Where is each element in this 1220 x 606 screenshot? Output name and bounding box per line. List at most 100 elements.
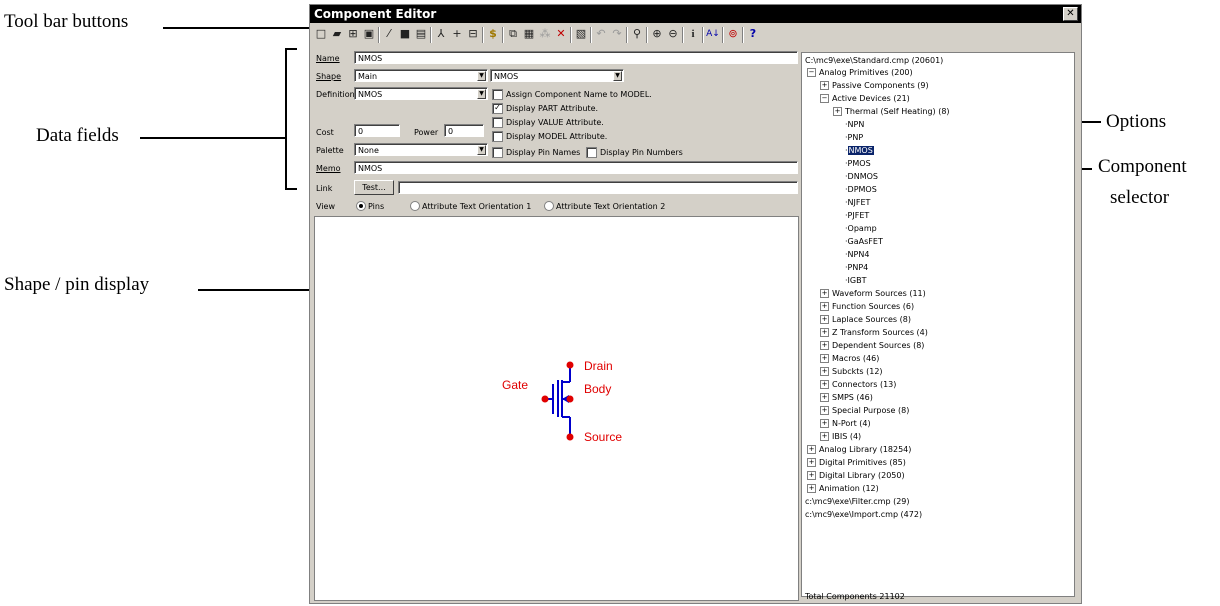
shape-pin-display[interactable]: Drain Body Gate Source <box>314 216 799 601</box>
tree-item-import[interactable]: c:\mc9\exe\Import.cmp (472) <box>805 510 922 520</box>
tree-item-device[interactable]: ·PNP4 <box>845 263 868 273</box>
pin-add-icon[interactable]: + <box>450 27 464 41</box>
palette-select[interactable]: None ▼ <box>354 143 488 156</box>
expand-icon[interactable]: + <box>820 393 829 402</box>
test-button[interactable]: Test... <box>354 180 394 195</box>
tree-item-group[interactable]: + Function Sources (6) <box>820 302 914 312</box>
collapse-icon[interactable]: − <box>807 68 816 77</box>
merge-icon[interactable]: ⅄ <box>434 27 448 41</box>
tree-item-device[interactable]: ·PNP <box>845 133 863 143</box>
zoom-in-icon[interactable]: ⊕ <box>650 27 664 41</box>
tree-item-device[interactable]: ·GaAsFET <box>845 237 883 247</box>
display-pin-numbers-checkbox[interactable] <box>586 147 597 158</box>
expand-icon[interactable]: + <box>807 458 816 467</box>
open-icon[interactable]: ▰ <box>330 27 344 41</box>
memo-field[interactable]: NMOS <box>354 161 798 174</box>
tree-item-group[interactable]: + Laplace Sources (8) <box>820 315 911 325</box>
page-icon[interactable]: ▤ <box>414 27 428 41</box>
tree-item-analog-primitives[interactable]: − Analog Primitives (200) <box>807 68 913 78</box>
tree-item-filter[interactable]: c:\mc9\exe\Filter.cmp (29) <box>805 497 910 507</box>
view-orient2-radio[interactable] <box>544 201 554 211</box>
tree-item-group[interactable]: + Special Purpose (8) <box>820 406 909 416</box>
tree-item-device[interactable]: ·DPMOS <box>845 185 877 195</box>
chevron-down-icon[interactable]: ▼ <box>613 71 622 81</box>
wand-icon[interactable]: ⁄ <box>382 27 396 41</box>
definition-select[interactable]: NMOS ▼ <box>354 87 488 100</box>
zoom-out-icon[interactable]: ⊖ <box>666 27 680 41</box>
tree-item-device[interactable]: ·PJFET <box>845 211 869 221</box>
tree-item-top-group[interactable]: + Animation (12) <box>807 484 879 494</box>
expand-icon[interactable]: + <box>820 81 829 90</box>
display-model-checkbox[interactable] <box>492 131 503 142</box>
tree-item-device[interactable]: ·DNMOS <box>845 172 878 182</box>
view-pins-radio[interactable] <box>356 201 366 211</box>
help-icon[interactable]: ? <box>746 27 760 41</box>
tree-item-device[interactable]: ·NPN4 <box>845 250 869 260</box>
expand-icon[interactable]: + <box>820 406 829 415</box>
tree-item-group[interactable]: + Macros (46) <box>820 354 879 364</box>
chevron-down-icon[interactable]: ▼ <box>477 89 486 99</box>
expand-icon[interactable]: + <box>820 367 829 376</box>
tree-item-group[interactable]: + SMPS (46) <box>820 393 873 403</box>
stop-icon[interactable]: ⊚ <box>726 27 740 41</box>
expand-icon[interactable]: + <box>807 484 816 493</box>
shape2-select[interactable]: NMOS ▼ <box>490 69 624 82</box>
display-value-checkbox[interactable] <box>492 117 503 128</box>
grid-icon[interactable]: ⊞ <box>346 27 360 41</box>
expand-icon[interactable]: + <box>820 315 829 324</box>
tree-item-group[interactable]: + IBIS (4) <box>820 432 861 442</box>
power-field[interactable]: 0 <box>444 124 484 137</box>
tree-item-group[interactable]: + N-Port (4) <box>820 419 871 429</box>
info-icon[interactable]: i <box>686 27 700 41</box>
tree-item-group[interactable]: + Subckts (12) <box>820 367 883 377</box>
expand-icon[interactable]: + <box>820 328 829 337</box>
tree-item-top-group[interactable]: + Analog Library (18254) <box>807 445 911 455</box>
tree-item-active[interactable]: − Active Devices (21) <box>820 94 910 104</box>
collapse-icon[interactable]: − <box>820 94 829 103</box>
expand-icon[interactable]: + <box>820 380 829 389</box>
tree-item-group[interactable]: + Waveform Sources (11) <box>820 289 926 299</box>
paste-special-icon[interactable]: ⁂ <box>538 27 552 41</box>
chevron-down-icon[interactable]: ▼ <box>477 145 486 155</box>
tree-item-device[interactable]: ·IGBT <box>845 276 866 286</box>
picture-icon[interactable]: ■ <box>398 27 412 41</box>
pin-remove-icon[interactable]: ⊟ <box>466 27 480 41</box>
display-part-checkbox[interactable]: ✓ <box>492 103 503 114</box>
sort-icon[interactable]: A↓ <box>706 27 720 41</box>
expand-icon[interactable]: + <box>820 289 829 298</box>
tree-item-thermal[interactable]: + Thermal (Self Heating) (8) <box>833 107 950 117</box>
tree-item-group[interactable]: + Dependent Sources (8) <box>820 341 924 351</box>
chevron-down-icon[interactable]: ▼ <box>477 71 486 81</box>
close-button[interactable]: ✕ <box>1063 7 1078 21</box>
tree-item-group[interactable]: + Z Transform Sources (4) <box>820 328 928 338</box>
tree-item-passive[interactable]: + Passive Components (9) <box>820 81 929 91</box>
undo-icon[interactable]: ↶ <box>594 27 608 41</box>
tree-item-top-group[interactable]: + Digital Library (2050) <box>807 471 905 481</box>
name-field[interactable]: NMOS <box>354 51 798 64</box>
tree-item-device[interactable]: ·NPN <box>845 120 864 130</box>
copy-icon[interactable]: ⧉ <box>506 27 520 41</box>
new-icon[interactable]: □ <box>314 27 328 41</box>
expand-icon[interactable]: + <box>820 419 829 428</box>
shape-select[interactable]: Main ▼ <box>354 69 488 82</box>
expand-icon[interactable]: + <box>820 302 829 311</box>
tree-item-top-group[interactable]: + Digital Primitives (85) <box>807 458 906 468</box>
cost-field[interactable]: 0 <box>354 124 400 137</box>
tree-item-device-selected[interactable]: ·NMOS <box>845 146 874 156</box>
find-icon[interactable]: ⚲ <box>630 27 644 41</box>
view-orient1-radio[interactable] <box>410 201 420 211</box>
redo-icon[interactable]: ↷ <box>610 27 624 41</box>
save-icon[interactable]: ▣ <box>362 27 376 41</box>
expand-icon[interactable]: + <box>807 445 816 454</box>
expand-icon[interactable]: + <box>820 432 829 441</box>
link-field[interactable] <box>398 181 798 194</box>
tree-item-device[interactable]: ·PMOS <box>845 159 871 169</box>
display-pin-names-checkbox[interactable] <box>492 147 503 158</box>
expand-icon[interactable]: + <box>833 107 842 116</box>
paste-icon[interactable]: ▦ <box>522 27 536 41</box>
dollar-icon[interactable]: $ <box>486 27 500 41</box>
expand-icon[interactable]: + <box>820 354 829 363</box>
tree-item-device[interactable]: ·Opamp <box>845 224 877 234</box>
tree-item-device[interactable]: ·NJFET <box>845 198 870 208</box>
expand-icon[interactable]: + <box>820 341 829 350</box>
